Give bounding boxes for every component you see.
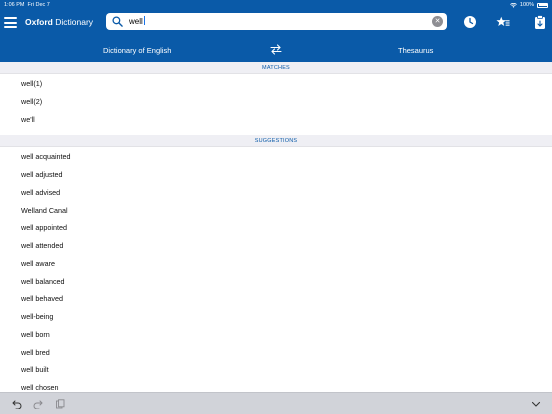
search-value: well: [129, 17, 143, 26]
status-time-date: 1:06 PM Fri Dec 7: [4, 2, 50, 8]
clear-icon[interactable]: ✕: [432, 16, 443, 27]
suggestion-label: well chosen: [21, 383, 59, 392]
tab-thesaurus[interactable]: Thesaurus: [398, 46, 433, 55]
list-item[interactable]: well(1): [0, 75, 552, 92]
match-label: we'll: [21, 115, 35, 124]
favorites-icon[interactable]: [496, 15, 510, 29]
app-title-rest: Dictionary: [52, 17, 94, 27]
suggestion-label: well balanced: [21, 277, 65, 286]
clipboard-icon[interactable]: [533, 15, 547, 29]
app-title: Oxford Dictionary: [25, 17, 93, 27]
keyboard-toolbar: [0, 392, 552, 414]
suggestion-label: well aware: [21, 259, 55, 268]
dictionary-tab-bar: Dictionary of English Thesaurus: [0, 38, 552, 62]
list-item[interactable]: well born: [0, 326, 552, 343]
suggestion-label: Welland Canal: [21, 206, 68, 215]
chevron-down-icon[interactable]: [531, 399, 541, 409]
undo-icon[interactable]: [12, 399, 22, 409]
suggestion-label: well bred: [21, 348, 50, 357]
list-item[interactable]: well-being: [0, 308, 552, 325]
list-item[interactable]: well advised: [0, 184, 552, 201]
wifi-icon: [510, 2, 517, 8]
suggestion-label: well behaved: [21, 294, 63, 303]
suggestion-label: well born: [21, 330, 50, 339]
list-item[interactable]: well built: [0, 361, 552, 378]
search-icon: [112, 16, 123, 27]
list-item[interactable]: well balanced: [0, 273, 552, 290]
list-item[interactable]: well adjusted: [0, 166, 552, 183]
suggestion-label: well attended: [21, 241, 64, 250]
search-text[interactable]: well: [129, 16, 145, 26]
swap-icon[interactable]: [270, 44, 282, 55]
match-label: well(1): [21, 79, 43, 88]
suggestion-label: well-being: [21, 312, 54, 321]
list-item[interactable]: well appointed: [0, 219, 552, 236]
search-input[interactable]: well ✕: [106, 13, 447, 30]
battery-percent: 100%: [519, 2, 534, 8]
list-item[interactable]: Welland Canal: [0, 202, 552, 219]
paste-icon[interactable]: [55, 399, 65, 409]
list-item[interactable]: well(2): [0, 93, 552, 110]
suggestion-label: well advised: [21, 188, 61, 197]
matches-header: MATCHES: [0, 62, 552, 74]
app-title-bold: Oxford: [25, 17, 53, 27]
list-item[interactable]: well bred: [0, 344, 552, 361]
suggestion-label: well built: [21, 365, 49, 374]
battery-icon: [537, 2, 548, 8]
suggestions-header: SUGGESTIONS: [0, 135, 552, 147]
redo-icon[interactable]: [33, 399, 43, 409]
history-icon[interactable]: [463, 15, 477, 29]
status-bar: 1:06 PM Fri Dec 7 100%: [0, 0, 552, 10]
list-item[interactable]: well aware: [0, 255, 552, 272]
suggestion-label: well acquainted: [21, 152, 71, 161]
list-item[interactable]: well acquainted: [0, 148, 552, 165]
text-caret: [143, 16, 145, 25]
nav-bar: Oxford Dictionary well ✕: [0, 10, 552, 38]
match-label: well(2): [21, 97, 43, 106]
list-item[interactable]: well attended: [0, 237, 552, 254]
list-item[interactable]: well behaved: [0, 290, 552, 307]
menu-icon[interactable]: [4, 17, 17, 28]
status-right: 100%: [510, 2, 548, 8]
status-date: Fri Dec 7: [27, 2, 50, 8]
tab-dictionary-of-english[interactable]: Dictionary of English: [103, 46, 171, 55]
suggestion-label: well adjusted: [21, 170, 63, 179]
suggestion-label: well appointed: [21, 223, 67, 232]
list-item[interactable]: we'll: [0, 111, 552, 128]
status-time: 1:06 PM: [4, 2, 25, 8]
